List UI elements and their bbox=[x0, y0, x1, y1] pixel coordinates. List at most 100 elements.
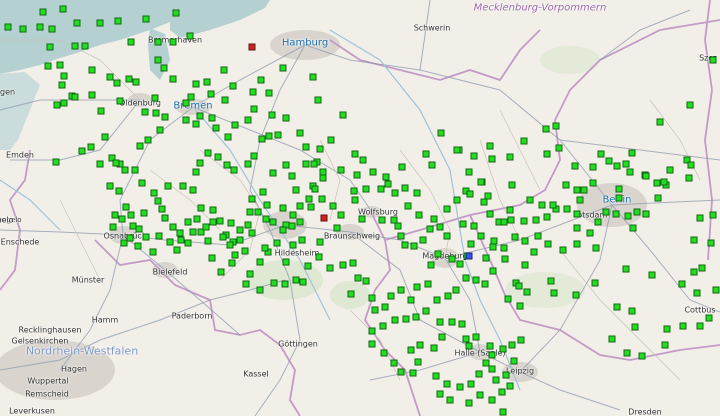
station-marker[interactable] bbox=[309, 73, 317, 81]
station-marker[interactable] bbox=[631, 323, 639, 331]
station-marker[interactable] bbox=[319, 168, 327, 176]
station-marker[interactable] bbox=[472, 333, 480, 341]
station-marker[interactable] bbox=[482, 254, 490, 262]
station-marker[interactable] bbox=[58, 81, 66, 89]
station-marker[interactable] bbox=[613, 162, 621, 170]
station-marker[interactable] bbox=[208, 254, 216, 262]
station-marker[interactable] bbox=[214, 153, 222, 161]
station-marker[interactable] bbox=[248, 195, 256, 203]
station-marker[interactable] bbox=[401, 241, 409, 249]
station-marker[interactable] bbox=[140, 209, 148, 217]
station-marker[interactable] bbox=[244, 116, 252, 124]
station-marker[interactable] bbox=[96, 19, 104, 27]
selected-station-marker[interactable] bbox=[465, 252, 473, 260]
station-marker[interactable] bbox=[292, 276, 300, 284]
station-marker[interactable] bbox=[113, 79, 121, 87]
station-marker[interactable] bbox=[314, 96, 322, 104]
station-marker[interactable] bbox=[542, 125, 550, 133]
station-marker[interactable] bbox=[404, 202, 412, 210]
station-marker[interactable] bbox=[466, 190, 474, 198]
station-marker[interactable] bbox=[436, 390, 444, 398]
station-marker[interactable] bbox=[362, 277, 370, 285]
station-marker[interactable] bbox=[184, 218, 192, 226]
station-marker[interactable] bbox=[136, 142, 144, 150]
station-marker[interactable] bbox=[379, 322, 387, 330]
station-marker[interactable] bbox=[547, 277, 555, 285]
station-marker[interactable] bbox=[498, 388, 506, 396]
station-marker[interactable] bbox=[141, 108, 149, 116]
station-marker[interactable] bbox=[486, 342, 494, 350]
station-marker[interactable] bbox=[499, 345, 507, 353]
station-marker[interactable] bbox=[166, 238, 174, 246]
station-marker[interactable] bbox=[304, 262, 312, 270]
station-marker[interactable] bbox=[101, 133, 109, 141]
station-marker[interactable] bbox=[488, 396, 496, 404]
station-marker[interactable] bbox=[59, 5, 67, 13]
station-marker[interactable] bbox=[223, 161, 231, 169]
station-marker[interactable] bbox=[196, 159, 204, 167]
station-marker[interactable] bbox=[282, 161, 290, 169]
station-marker[interactable] bbox=[490, 237, 498, 245]
station-marker[interactable] bbox=[154, 56, 162, 64]
station-marker[interactable] bbox=[164, 182, 172, 190]
station-marker[interactable] bbox=[517, 336, 525, 344]
station-marker[interactable] bbox=[192, 80, 200, 88]
station-marker[interactable] bbox=[656, 118, 664, 126]
station-marker[interactable] bbox=[615, 194, 623, 202]
station-marker[interactable] bbox=[576, 196, 584, 204]
station-marker[interactable] bbox=[106, 73, 114, 81]
station-marker[interactable] bbox=[486, 142, 494, 150]
station-marker[interactable] bbox=[475, 370, 483, 378]
station-marker[interactable] bbox=[499, 408, 507, 416]
station-marker[interactable] bbox=[470, 222, 478, 230]
station-marker[interactable] bbox=[339, 261, 347, 269]
station-marker[interactable] bbox=[488, 155, 496, 163]
station-marker[interactable] bbox=[262, 215, 270, 223]
station-marker[interactable] bbox=[462, 335, 470, 343]
station-marker[interactable] bbox=[244, 160, 252, 168]
station-marker[interactable] bbox=[696, 322, 704, 330]
station-marker[interactable] bbox=[572, 291, 580, 299]
station-marker[interactable] bbox=[156, 126, 164, 134]
station-marker[interactable] bbox=[129, 222, 137, 230]
alert-station-marker[interactable] bbox=[248, 43, 256, 51]
station-marker[interactable] bbox=[212, 124, 220, 132]
station-marker[interactable] bbox=[172, 9, 180, 17]
station-marker[interactable] bbox=[489, 243, 497, 251]
station-marker[interactable] bbox=[202, 223, 210, 231]
station-marker[interactable] bbox=[532, 216, 540, 224]
station-marker[interactable] bbox=[709, 56, 717, 64]
station-marker[interactable] bbox=[127, 38, 135, 46]
station-marker[interactable] bbox=[407, 346, 415, 354]
station-marker[interactable] bbox=[192, 168, 200, 176]
station-marker[interactable] bbox=[350, 187, 358, 195]
station-marker[interactable] bbox=[269, 169, 277, 177]
station-marker[interactable] bbox=[409, 369, 417, 377]
station-marker[interactable] bbox=[19, 25, 27, 33]
station-marker[interactable] bbox=[337, 166, 345, 174]
station-marker[interactable] bbox=[712, 286, 720, 294]
station-marker[interactable] bbox=[555, 144, 563, 152]
station-marker[interactable] bbox=[465, 342, 473, 350]
station-marker[interactable] bbox=[534, 232, 542, 240]
station-marker[interactable] bbox=[506, 382, 514, 390]
station-marker[interactable] bbox=[197, 204, 205, 212]
station-marker[interactable] bbox=[690, 236, 698, 244]
station-marker[interactable] bbox=[511, 233, 519, 241]
station-marker[interactable] bbox=[193, 215, 201, 223]
station-marker[interactable] bbox=[39, 8, 47, 16]
station-marker[interactable] bbox=[378, 216, 386, 224]
station-marker[interactable] bbox=[160, 64, 168, 72]
station-marker[interactable] bbox=[488, 365, 496, 373]
station-marker[interactable] bbox=[236, 236, 244, 244]
station-marker[interactable] bbox=[236, 226, 244, 234]
station-marker[interactable] bbox=[78, 147, 86, 155]
station-marker[interactable] bbox=[573, 240, 581, 248]
station-marker[interactable] bbox=[538, 201, 546, 209]
station-marker[interactable] bbox=[507, 216, 515, 224]
station-marker[interactable] bbox=[305, 195, 313, 203]
station-marker[interactable] bbox=[154, 38, 162, 46]
station-marker[interactable] bbox=[377, 185, 385, 193]
station-marker[interactable] bbox=[184, 239, 192, 247]
station-marker[interactable] bbox=[476, 391, 484, 399]
